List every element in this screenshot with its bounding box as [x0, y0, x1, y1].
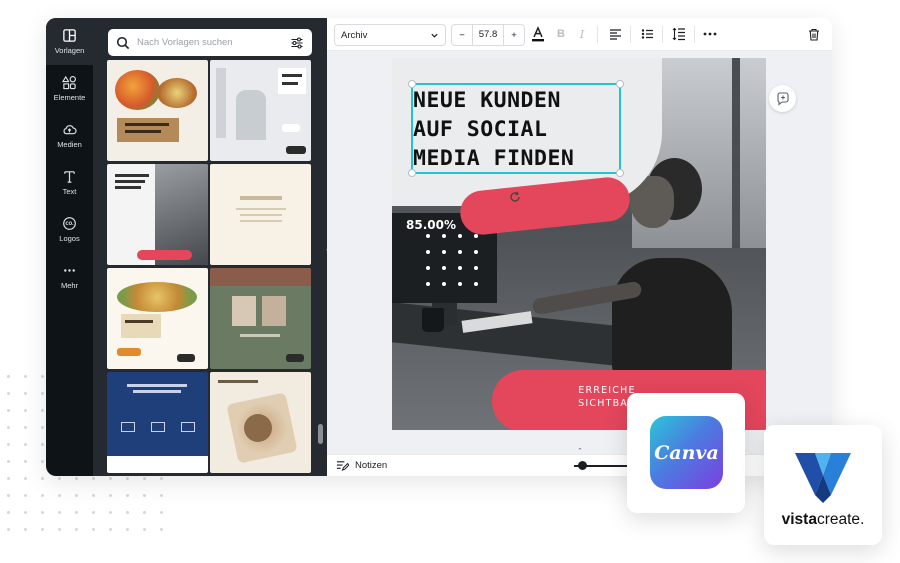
font-size-input[interactable]: 57.8	[472, 25, 504, 45]
zoom-slider-handle[interactable]	[578, 461, 587, 470]
vistacreate-logo-card: vistacreate.	[764, 425, 882, 545]
template-thumbnail[interactable]	[210, 164, 311, 265]
notes-button[interactable]: Notizen	[336, 459, 387, 472]
rail-item-elemente[interactable]: Elemente	[46, 65, 93, 112]
template-thumbnail[interactable]	[107, 268, 208, 369]
bullet-list-icon	[641, 29, 653, 39]
bold-icon: B	[557, 28, 565, 40]
coffee-mug	[422, 308, 444, 332]
font-family-value: Archiv	[341, 29, 368, 41]
statistic-percentage: 85.00%	[406, 218, 456, 232]
vista-word-bold: vista	[781, 511, 817, 528]
vista-word-suffix: .	[860, 511, 865, 528]
more-dots-icon	[64, 269, 75, 272]
spacing-button[interactable]	[671, 26, 687, 42]
canva-logo-icon: Canva	[650, 416, 723, 489]
search-icon	[116, 36, 130, 49]
rail-label: Mehr	[60, 281, 79, 290]
search-placeholder: Nach Vorlagen suchen	[137, 37, 233, 48]
trash-icon	[809, 28, 819, 41]
more-horizontal-icon	[703, 32, 717, 36]
template-thumbnail[interactable]	[210, 372, 311, 473]
rail-item-logos[interactable]: CO. Logos	[46, 206, 93, 253]
social-media-design[interactable]: 85.00% NEUE KUNDEN AUF SOCIAL MEDIA FIND…	[392, 58, 766, 430]
template-thumbnail[interactable]	[107, 164, 208, 265]
filter-sliders-icon[interactable]	[290, 36, 304, 50]
delete-button[interactable]	[806, 26, 822, 42]
comment-plus-icon	[776, 91, 789, 106]
resize-handle[interactable]	[616, 80, 624, 88]
font-size-increase-button[interactable]: +	[504, 30, 524, 41]
chevron-down-icon	[431, 33, 438, 38]
template-search-input[interactable]: Nach Vorlagen suchen	[108, 29, 312, 56]
svg-text:CO.: CO.	[65, 221, 74, 227]
expand-pages-chevron-icon[interactable]: ⌃	[577, 447, 583, 455]
rail-label: Vorlagen	[54, 46, 85, 55]
template-thumbnail[interactable]	[210, 268, 311, 369]
canva-logo-text: Canva	[654, 441, 719, 464]
resize-handle[interactable]	[408, 80, 416, 88]
selection-box	[411, 83, 621, 174]
upload-cloud-icon	[63, 125, 77, 135]
font-size-decrease-button[interactable]: −	[452, 30, 472, 41]
template-thumbnail[interactable]	[107, 60, 208, 161]
person-body	[612, 258, 732, 378]
toolbar-divider	[694, 26, 695, 43]
toolbar-divider	[630, 26, 631, 43]
vistacreate-logo-icon	[795, 453, 851, 503]
rail-label: Elemente	[53, 93, 86, 102]
editor-toolbar: Archiv − 57.8 + B I	[327, 18, 832, 51]
italic-button[interactable]: I	[574, 26, 590, 42]
canva-logo-card: Canva	[627, 393, 745, 513]
editor-bottom-bar: Notizen ⌃	[327, 448, 832, 476]
vistacreate-logo-text: vistacreate.	[764, 511, 882, 529]
line-spacing-icon	[672, 27, 685, 41]
rail-item-mehr[interactable]: Mehr	[46, 253, 93, 300]
bold-button[interactable]: B	[553, 26, 569, 42]
text-icon	[64, 171, 75, 183]
templates-panel: Nach Vorlagen suchen	[93, 18, 327, 476]
rotate-handle-icon[interactable]	[509, 191, 523, 205]
rail-item-text[interactable]: Text	[46, 159, 93, 206]
elements-icon	[62, 75, 76, 90]
templates-icon	[63, 29, 76, 42]
rail-label: Text	[62, 187, 77, 196]
align-button[interactable]	[607, 26, 623, 42]
vista-word-regular: create	[816, 511, 861, 528]
window-frame	[732, 58, 740, 248]
text-color-icon	[532, 26, 544, 42]
more-options-button[interactable]	[702, 26, 718, 42]
toolbar-divider	[597, 26, 598, 43]
design-canvas: 85.00% NEUE KUNDEN AUF SOCIAL MEDIA FIND…	[327, 51, 832, 454]
notes-label: Notizen	[355, 460, 388, 471]
resize-handle[interactable]	[408, 169, 416, 177]
list-button[interactable]	[639, 26, 655, 42]
font-family-select[interactable]: Archiv	[334, 24, 446, 46]
italic-icon: I	[579, 27, 585, 41]
resize-handle[interactable]	[616, 169, 624, 177]
rail-label: Medien	[57, 140, 82, 149]
rail-label: Logos	[59, 234, 80, 243]
data-dots-graphic	[426, 234, 478, 286]
notes-icon	[336, 461, 349, 472]
align-left-icon	[609, 29, 621, 40]
font-size-stepper[interactable]: − 57.8 +	[451, 24, 525, 46]
rail-item-vorlagen[interactable]: Vorlagen	[46, 18, 93, 65]
template-thumbnail[interactable]	[107, 372, 208, 473]
logos-icon: CO.	[63, 217, 76, 230]
left-rail: Vorlagen Elemente Medien Text CO. Logos …	[46, 18, 93, 476]
toolbar-divider	[662, 26, 663, 43]
text-color-button[interactable]	[530, 26, 546, 42]
panel-scrollbar[interactable]	[318, 424, 323, 444]
rail-item-medien[interactable]: Medien	[46, 112, 93, 159]
add-comment-button[interactable]	[769, 85, 796, 112]
template-thumbnail[interactable]	[210, 60, 311, 161]
